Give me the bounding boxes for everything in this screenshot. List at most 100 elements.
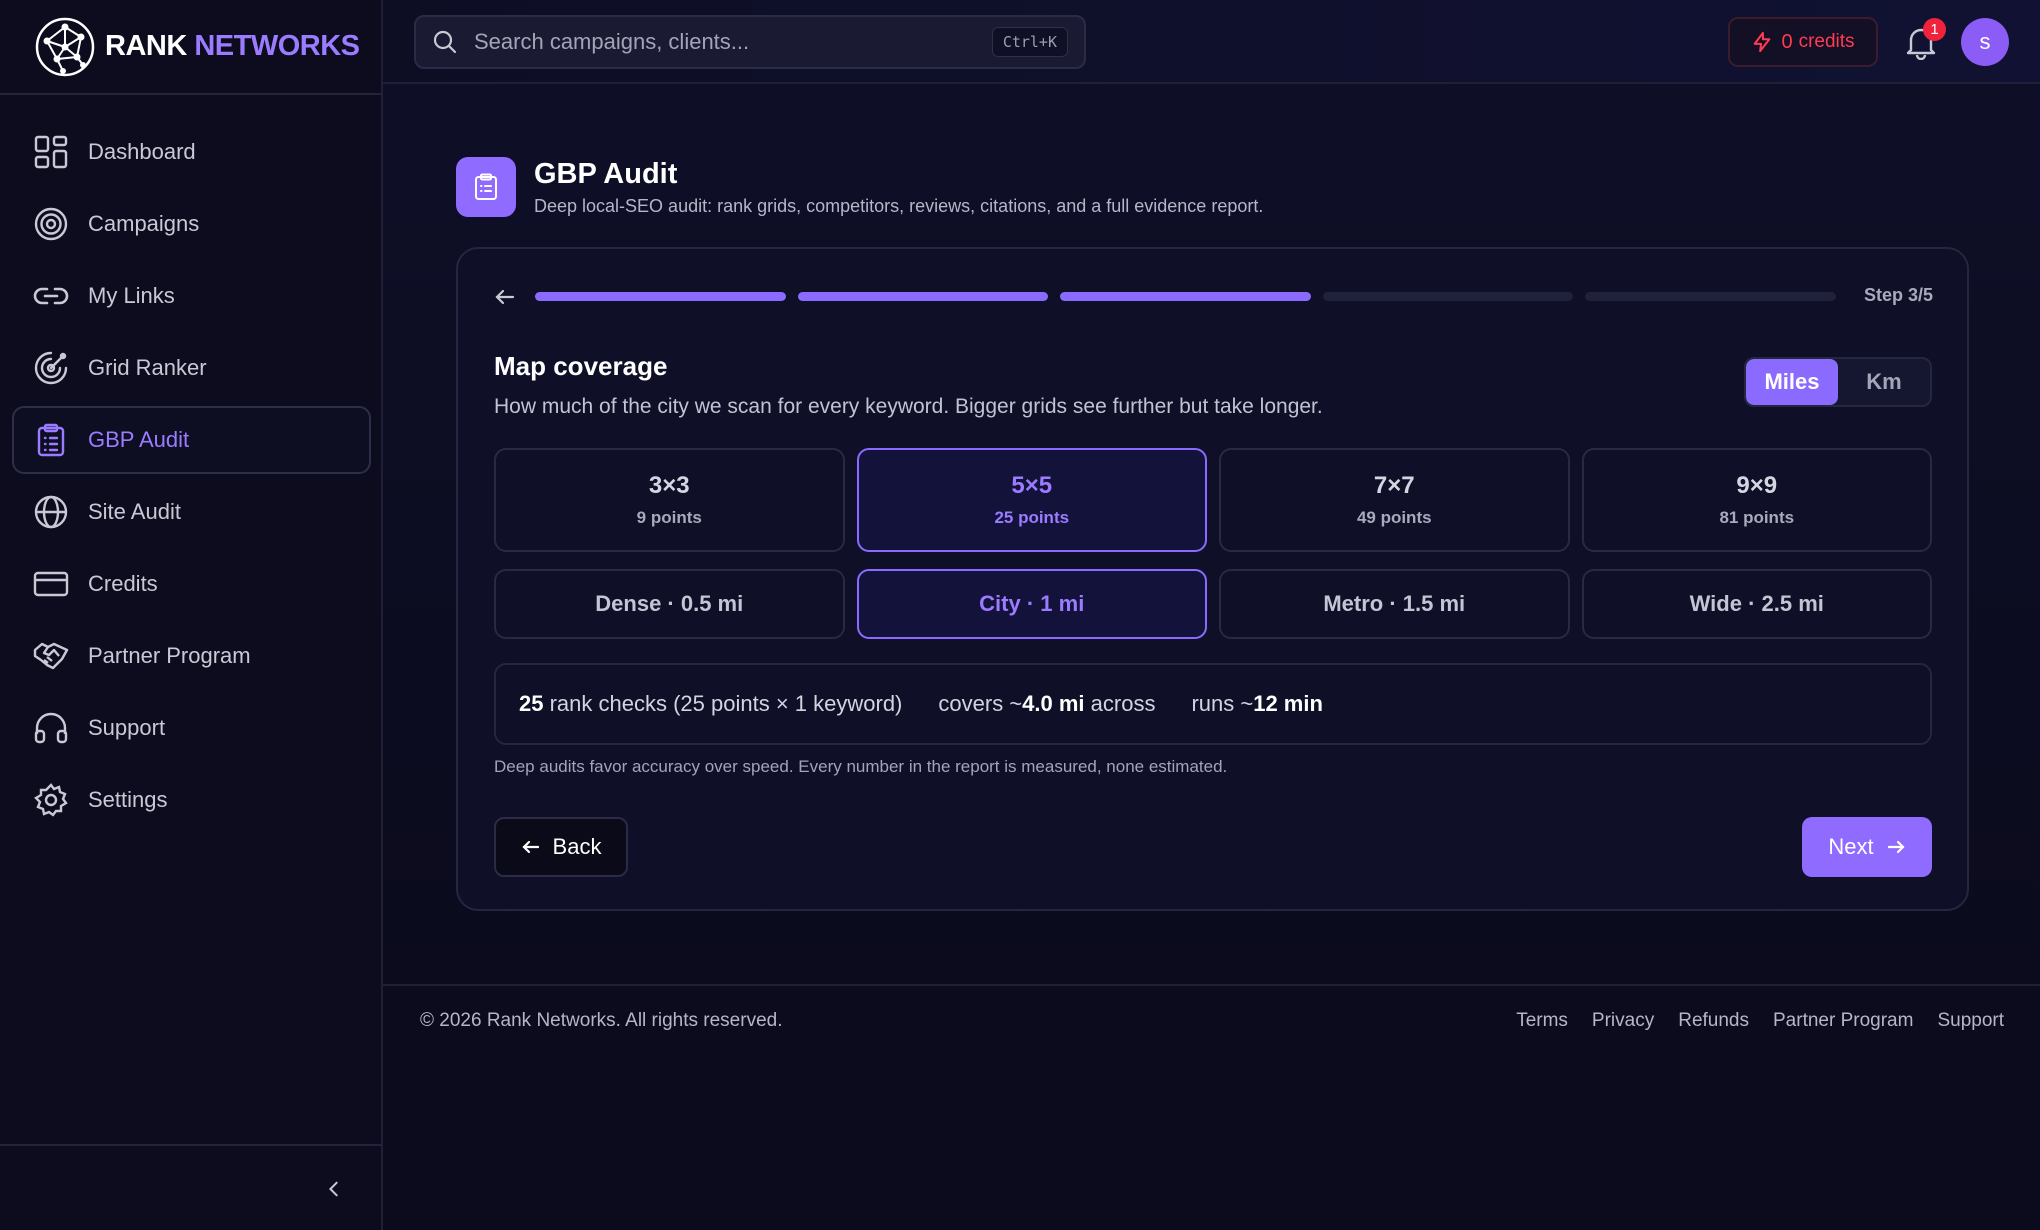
sidebar-item-dashboard[interactable]: Dashboard bbox=[12, 118, 371, 186]
sidebar-item-label: GBP Audit bbox=[88, 427, 190, 452]
search-shortcut-hint: Ctrl+K bbox=[991, 27, 1068, 57]
sidebar-item-my-links[interactable]: My Links bbox=[12, 262, 371, 330]
search-placeholder: Search campaigns, clients... bbox=[474, 29, 750, 54]
sidebar-item-campaigns[interactable]: Campaigns bbox=[12, 190, 371, 258]
grid-size-label: 9×9 bbox=[1736, 472, 1778, 499]
sidebar-item-support[interactable]: Support bbox=[12, 694, 371, 762]
sidebar-item-grid-ranker[interactable]: Grid Ranker bbox=[12, 334, 371, 402]
unit-miles-button[interactable]: Miles bbox=[1746, 359, 1838, 405]
back-button-label: Back bbox=[552, 834, 602, 859]
radius-option-wide[interactable]: Wide · 2.5 mi bbox=[1581, 569, 1932, 639]
grid-points-label: 9 points bbox=[636, 508, 702, 527]
covers-suffix: across bbox=[1090, 691, 1156, 716]
next-button[interactable]: Next bbox=[1802, 817, 1932, 877]
grid-option-3x3[interactable]: 3×3 9 points bbox=[494, 448, 845, 552]
coverage-summary: 25 rank checks (25 points × 1 keyword) c… bbox=[494, 663, 1932, 745]
step-label: Step 3/5 bbox=[1863, 285, 1933, 305]
covers-value: 4.0 mi bbox=[1022, 691, 1085, 716]
credits-label: credits bbox=[1798, 31, 1855, 52]
grid-option-5x5[interactable]: 5×5 25 points bbox=[856, 448, 1207, 552]
rank-checks-text: rank checks (25 points × 1 keyword) bbox=[549, 691, 903, 716]
clipboard-icon bbox=[33, 422, 69, 458]
credit-card-icon bbox=[33, 566, 69, 602]
sidebar-item-settings[interactable]: Settings bbox=[12, 766, 371, 834]
collapse-sidebar-button[interactable] bbox=[319, 1174, 349, 1204]
sidebar-item-site-audit[interactable]: Site Audit bbox=[12, 478, 371, 546]
radius-label: Wide · 2.5 mi bbox=[1689, 591, 1824, 616]
grid-size-label: 3×3 bbox=[648, 472, 690, 499]
handshake-icon bbox=[33, 638, 69, 674]
radius-label: Metro · 1.5 mi bbox=[1323, 591, 1466, 616]
brand-word-networks: NETWORKS bbox=[194, 30, 360, 62]
next-button-label: Next bbox=[1828, 834, 1874, 859]
credits-button[interactable]: 0 credits bbox=[1728, 17, 1878, 67]
sidebar-footer bbox=[0, 1144, 381, 1230]
footer-links: Terms Privacy Refunds Partner Program Su… bbox=[1516, 1010, 2004, 1032]
sidebar-item-label: Credits bbox=[88, 571, 158, 596]
sidebar: RANK NETWORKS Dashboard Campaigns My Lin… bbox=[0, 0, 383, 1230]
progress-segment bbox=[797, 292, 1049, 301]
network-logo-icon bbox=[35, 17, 95, 76]
notification-count-badge: 1 bbox=[1923, 18, 1946, 41]
grid-points-label: 25 points bbox=[994, 508, 1070, 527]
topbar: Search campaigns, clients... Ctrl+K 0 cr… bbox=[383, 0, 2040, 84]
runs-value: 12 min bbox=[1253, 691, 1323, 716]
unit-km-button[interactable]: Km bbox=[1838, 359, 1930, 405]
radar-icon bbox=[33, 350, 69, 386]
section-title: Map coverage bbox=[494, 351, 668, 381]
lightning-icon bbox=[1754, 31, 1771, 53]
wizard-back-arrow[interactable] bbox=[493, 285, 517, 309]
grid-option-7x7[interactable]: 7×7 49 points bbox=[1219, 448, 1570, 552]
sidebar-item-gbp-audit[interactable]: GBP Audit bbox=[12, 406, 371, 474]
sidebar-item-label: My Links bbox=[88, 283, 175, 308]
sidebar-item-label: Site Audit bbox=[88, 499, 181, 524]
sidebar-item-partner-program[interactable]: Partner Program bbox=[12, 622, 371, 690]
arrow-right-icon bbox=[1887, 840, 1905, 854]
footer-link-privacy[interactable]: Privacy bbox=[1592, 1010, 1654, 1032]
back-button[interactable]: Back bbox=[494, 817, 628, 877]
brand-word-rank: RANK bbox=[105, 30, 187, 62]
logo[interactable]: RANK NETWORKS bbox=[0, 0, 381, 95]
radius-options: Dense · 0.5 mi City · 1 mi Metro · 1.5 m… bbox=[494, 569, 1932, 639]
notifications-button[interactable]: 1 bbox=[1903, 18, 1946, 64]
grid-points-label: 49 points bbox=[1356, 508, 1432, 527]
avatar[interactable]: s bbox=[1961, 18, 2009, 66]
search-input[interactable]: Search campaigns, clients... Ctrl+K bbox=[414, 15, 1086, 69]
page-subtitle: Deep local-SEO audit: rank grids, compet… bbox=[534, 196, 1264, 216]
grid-option-9x9[interactable]: 9×9 81 points bbox=[1581, 448, 1932, 552]
gear-icon bbox=[33, 782, 69, 818]
progress-segment bbox=[1060, 292, 1311, 301]
footer-link-partner-program[interactable]: Partner Program bbox=[1773, 1010, 1913, 1032]
footer-link-terms[interactable]: Terms bbox=[1516, 1010, 1568, 1032]
footer-link-refunds[interactable]: Refunds bbox=[1678, 1010, 1749, 1032]
radius-option-dense[interactable]: Dense · 0.5 mi bbox=[494, 569, 845, 639]
footer: © 2026 Rank Networks. All rights reserve… bbox=[383, 984, 2040, 1230]
grid-size-options: 3×3 9 points 5×5 25 points 7×7 49 points… bbox=[494, 448, 1932, 552]
sidebar-item-label: Support bbox=[88, 715, 166, 740]
radius-label: City · 1 mi bbox=[979, 591, 1085, 616]
clipboard-icon bbox=[475, 173, 497, 200]
progress-segment bbox=[535, 292, 786, 301]
sidebar-item-label: Grid Ranker bbox=[88, 355, 207, 380]
main-content: GBP Audit Deep local-SEO audit: rank gri… bbox=[383, 84, 2040, 984]
page-icon bbox=[456, 157, 516, 217]
sidebar-item-label: Partner Program bbox=[88, 643, 251, 668]
footer-link-support[interactable]: Support bbox=[1937, 1010, 2004, 1032]
credits-count: 0 bbox=[1781, 30, 1793, 53]
app: RANK NETWORKS Dashboard Campaigns My Lin… bbox=[0, 0, 2040, 1230]
accuracy-note: Deep audits favor accuracy over speed. E… bbox=[494, 757, 1228, 776]
dashboard-icon bbox=[33, 134, 69, 170]
sidebar-item-label: Campaigns bbox=[88, 211, 200, 236]
radius-option-metro[interactable]: Metro · 1.5 mi bbox=[1219, 569, 1570, 639]
arrow-left-icon bbox=[521, 840, 539, 854]
radius-label: Dense · 0.5 mi bbox=[595, 591, 744, 616]
copyright-text: © 2026 Rank Networks. All rights reserve… bbox=[420, 1010, 783, 1031]
covers-prefix: covers ~ bbox=[938, 691, 1023, 716]
page-title: GBP Audit bbox=[534, 158, 678, 190]
globe-icon bbox=[33, 494, 69, 530]
radius-option-city[interactable]: City · 1 mi bbox=[856, 569, 1207, 639]
sidebar-item-credits[interactable]: Credits bbox=[12, 550, 371, 618]
runs-prefix: runs ~ bbox=[1191, 691, 1254, 716]
progress-segment bbox=[1585, 292, 1836, 301]
sidebar-nav: Dashboard Campaigns My Links Grid Ranker bbox=[12, 118, 371, 838]
